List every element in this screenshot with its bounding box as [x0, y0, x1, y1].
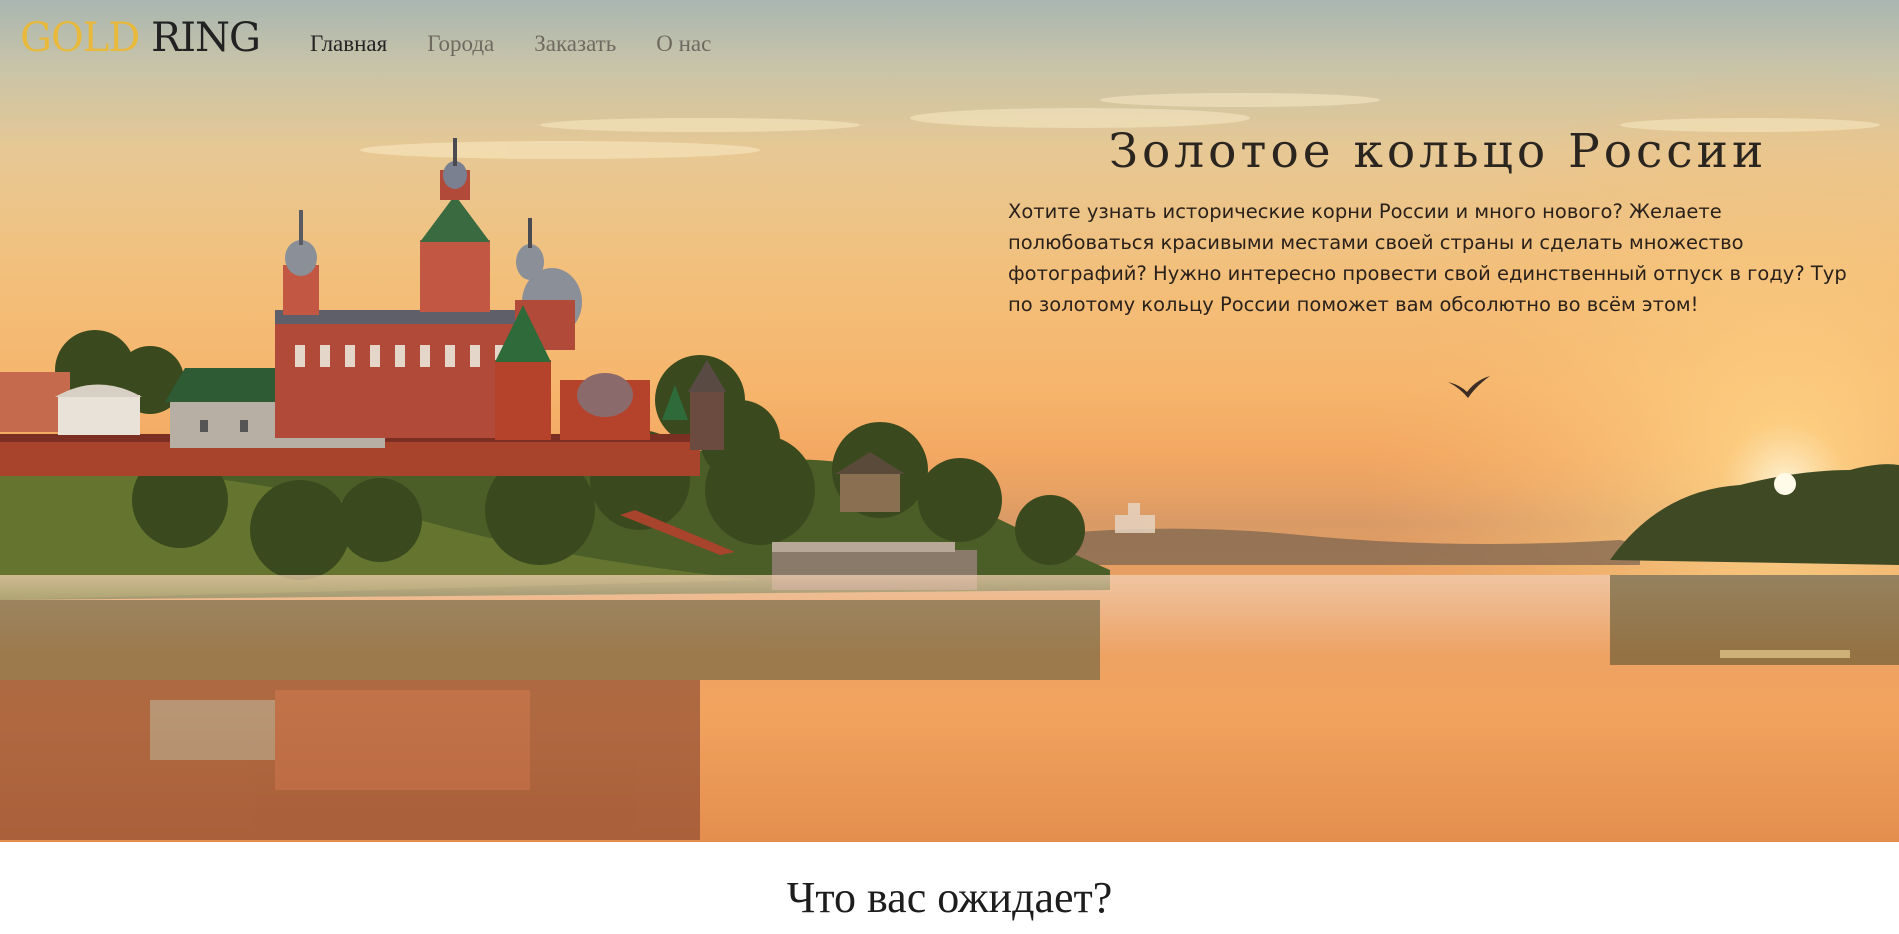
nav-item-about[interactable]: О нас [656, 32, 711, 55]
nav-item-cities[interactable]: Города [427, 32, 494, 55]
hero-description: Хотите узнать исторические корни России … [1008, 200, 1847, 316]
hero-banner: GOLD RING Главная Города Заказать О нас … [0, 0, 1899, 842]
nav-menu: Главная Города Заказать О нас [310, 32, 711, 55]
logo[interactable]: GOLD RING [20, 15, 261, 61]
nav-item-order[interactable]: Заказать [534, 32, 616, 55]
logo-ring-text: RING [151, 15, 261, 61]
top-navigation: GOLD RING Главная Города Заказать О нас [0, 0, 1899, 90]
hero-title: Золотое кольцо России [1108, 124, 1768, 179]
logo-gold-text: GOLD [20, 15, 140, 61]
section-title: Что вас ожидает? [786, 873, 1113, 922]
nav-item-home[interactable]: Главная [310, 32, 387, 55]
